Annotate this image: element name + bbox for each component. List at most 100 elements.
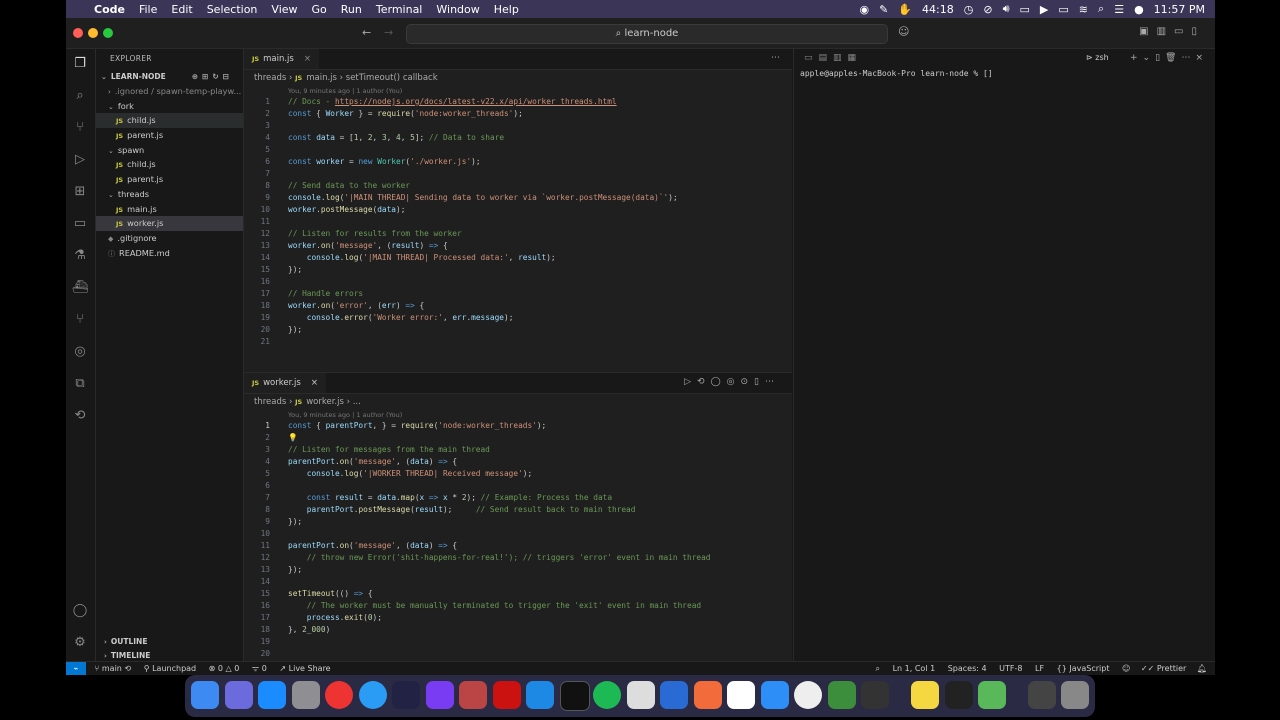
proxyman-icon[interactable] [392, 681, 420, 709]
menu-help[interactable]: Help [494, 3, 519, 16]
copilot-icon[interactable]: ☺ [898, 25, 909, 38]
run-debug-icon[interactable]: ▷ [71, 151, 89, 169]
liveshare-status[interactable]: ↗ Live Share [279, 664, 330, 673]
chrome-icon[interactable] [325, 681, 353, 709]
launchpad-status[interactable]: ⚲ Launchpad [144, 664, 196, 673]
menu-view[interactable]: View [271, 3, 297, 16]
launchpad-icon[interactable] [225, 681, 253, 709]
cocktail-icon[interactable] [861, 681, 889, 709]
code-line[interactable]: }); [288, 324, 302, 336]
safari-icon[interactable]: ⊘ [983, 3, 992, 16]
xcode-icon[interactable] [660, 681, 688, 709]
play-icon[interactable]: ▶ [1040, 3, 1048, 16]
zoom-icon[interactable]: ⌕ [876, 664, 880, 673]
crumb-folder[interactable]: threads [254, 73, 286, 83]
finder-icon[interactable] [191, 681, 219, 709]
code-line[interactable]: // Send data to the worker [288, 180, 410, 192]
recorder-icon[interactable] [794, 681, 822, 709]
menu-terminal[interactable]: Terminal [376, 3, 423, 16]
remote-explorer-icon[interactable]: ▭ [71, 215, 89, 233]
code-line[interactable]: console.log('|MAIN THREAD| Sending data … [288, 192, 678, 204]
crumb-more[interactable]: ... [353, 397, 361, 407]
account-icon[interactable]: ◯ [71, 602, 89, 620]
android-studio-icon[interactable] [828, 681, 856, 709]
ports-status[interactable]: ᯤ 0 [252, 664, 267, 673]
layout-icons[interactable]: ▣▥▭▯ [1139, 26, 1205, 37]
record-icon[interactable]: ◉ [860, 3, 870, 16]
settings-gear-icon[interactable]: ⚙ [71, 634, 89, 652]
clock-icon[interactable]: ◷ [964, 3, 974, 16]
code-line[interactable]: worker.on('error', (err) => { [288, 300, 424, 312]
explorer-icon[interactable]: ❐ [71, 55, 89, 73]
code-line[interactable]: const result = data.map(x => x * 2); // … [288, 492, 612, 504]
crumb-file[interactable]: worker.js [306, 397, 344, 407]
code-line[interactable]: const worker = new Worker('./worker.js')… [288, 156, 481, 168]
explorer-actions-icons[interactable]: ⊕⊞↻⊟ [192, 72, 233, 81]
indentation[interactable]: Spaces: 4 [948, 664, 987, 673]
close-icon[interactable]: × [304, 54, 311, 64]
code-line[interactable]: process.exit(0); [288, 612, 382, 624]
copilot-status-icon[interactable]: ☺ [1122, 664, 1130, 673]
menu-file[interactable]: File [139, 3, 157, 16]
control-center-icon[interactable]: ☰ [1114, 3, 1124, 16]
code-line[interactable]: parentPort.postMessage(result); // Send … [288, 504, 636, 516]
code-line[interactable]: console.log('|MAIN THREAD| Processed dat… [288, 252, 556, 264]
pin-icon[interactable]: ✎ [879, 3, 888, 16]
sourcetree-icon[interactable] [761, 681, 789, 709]
code-line[interactable]: console.error('Worker error:', err.messa… [288, 312, 514, 324]
tab-worker-js[interactable]: JS worker.js × [244, 373, 326, 393]
zoom-window-button[interactable] [103, 28, 113, 38]
tree-item[interactable]: JS parent.js [96, 128, 243, 143]
arc-icon[interactable] [426, 681, 454, 709]
code-line[interactable]: const data = [1, 2, 3, 4, 5]; // Data to… [288, 132, 504, 144]
language-mode[interactable]: {} JavaScript [1057, 664, 1110, 673]
tree-item[interactable]: ⓘ README.md [96, 246, 243, 261]
code-line[interactable]: // throw new Error('shit-happens-for-rea… [288, 552, 711, 564]
workspace-root[interactable]: ⌄ LEARN-NODE ⊕⊞↻⊟ [96, 69, 243, 84]
code-line[interactable]: }); [288, 264, 302, 276]
code-line[interactable]: // Listen for messages from the main thr… [288, 444, 490, 456]
display-icon[interactable]: ▭ [1020, 3, 1030, 16]
tree-item[interactable]: JS child.js [96, 113, 243, 129]
code-line[interactable]: // Docs - https://nodejs.org/docs/latest… [288, 96, 617, 108]
cursor-position[interactable]: Ln 1, Col 1 [893, 664, 936, 673]
app-store-icon[interactable] [258, 681, 286, 709]
crumb-symbol[interactable]: setTimeout() callback [346, 73, 438, 83]
docker-icon[interactable]: ⛴ [71, 279, 89, 297]
focus-icon[interactable]: ✋ [898, 3, 912, 16]
tree-item[interactable]: ◆ .gitignore [96, 231, 243, 246]
prettier-status[interactable]: ✓✓ Prettier [1141, 664, 1186, 673]
code-line[interactable]: // Handle worker exit [288, 348, 387, 350]
mongodb-icon[interactable] [727, 681, 755, 709]
terminal-prompt[interactable]: apple@apples-MacBook-Pro learn-node % [] [794, 69, 1215, 78]
tree-item[interactable]: JS parent.js [96, 172, 243, 187]
menu-go[interactable]: Go [312, 3, 327, 16]
crumb-file[interactable]: main.js [306, 73, 337, 83]
crumb-folder[interactable]: threads [254, 397, 286, 407]
main-js-code[interactable]: 1 // Docs - https://nodejs.org/docs/lates… [244, 96, 792, 350]
app-menu[interactable]: Code [94, 3, 125, 16]
maps-icon[interactable] [978, 681, 1006, 709]
terminal-actions-icons[interactable]: ▭▤▥▦ [804, 53, 862, 63]
terminal-controls-icons[interactable]: +⌄▯🗑⋯× [1130, 53, 1208, 63]
safari-icon[interactable] [359, 681, 387, 709]
code-line[interactable]: }); [288, 564, 302, 576]
notifications-icon[interactable]: 🔔︎ [1197, 664, 1207, 673]
menu-run[interactable]: Run [341, 3, 362, 16]
acrobat-icon[interactable] [493, 681, 521, 709]
terminal-tab-zsh[interactable]: ⊳ zsh [1086, 53, 1109, 62]
headphones-icon[interactable] [459, 681, 487, 709]
problems-status[interactable]: ⊗ 0 △ 0 [209, 664, 240, 673]
tree-item[interactable]: ⌄ fork [96, 99, 243, 114]
menu-window[interactable]: Window [436, 3, 479, 16]
search-icon[interactable]: ⌕ [71, 87, 89, 105]
trash-icon[interactable] [1061, 681, 1089, 709]
editor-actions-icons[interactable]: ▷⟲◯◎⊙▯⋯ [684, 377, 780, 387]
code-line[interactable]: parentPort.on('message', (data) => { [288, 540, 457, 552]
desktop-icon[interactable] [1028, 681, 1056, 709]
project-icon[interactable]: ⧉ [71, 375, 89, 393]
menu-edit[interactable]: Edit [171, 3, 192, 16]
gitlens-icon[interactable]: ◎ [71, 343, 89, 361]
source-control-icon[interactable]: ⑂ [71, 119, 89, 137]
live-share-icon[interactable]: ⟲ [71, 407, 89, 425]
